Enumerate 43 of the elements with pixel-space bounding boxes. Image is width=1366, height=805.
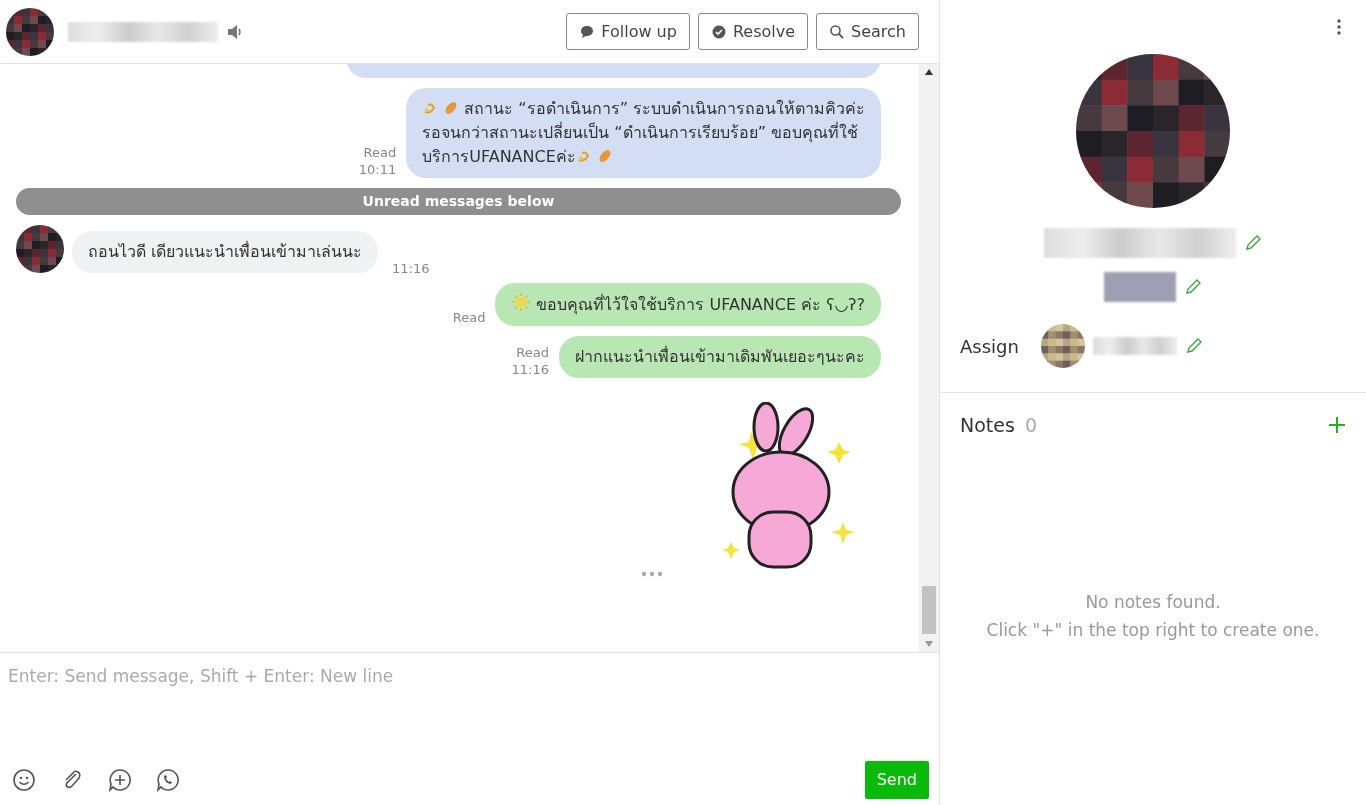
add-bubble-icon[interactable] xyxy=(108,768,132,792)
avatar xyxy=(6,7,54,56)
check-bubble-icon xyxy=(710,23,727,40)
notes-count: 0 xyxy=(1024,413,1037,438)
read-receipt: Read xyxy=(515,344,549,361)
typing-indicator-icon xyxy=(641,571,663,577)
notes-title: Notes xyxy=(960,413,1015,438)
empty-notes-text: No notes found. xyxy=(1084,590,1222,614)
message-time: 11:16 xyxy=(511,361,549,378)
message-time: 10:11 xyxy=(358,161,397,178)
emoji-icon[interactable] xyxy=(12,768,36,792)
sun-icon xyxy=(511,292,532,312)
message-time: 11:16 xyxy=(392,260,430,277)
message-text: บริการUFANANCEค่ะ xyxy=(422,147,576,166)
resolve-button[interactable]: Resolve xyxy=(697,13,809,50)
scrollbar[interactable] xyxy=(919,64,939,652)
search-icon xyxy=(829,23,846,40)
message-text: รอจนกว่าสถานะเปลี่ยนเป็น “ดำเนินการเรียบร้อย” ขอบคุณที่ใช้ xyxy=(422,123,858,142)
avatar xyxy=(16,225,64,273)
pencil-icon[interactable] xyxy=(1184,337,1203,355)
add-icon[interactable] xyxy=(1328,416,1346,435)
scroll-thumb[interactable] xyxy=(922,586,936,634)
search-button[interactable]: Search xyxy=(816,13,919,50)
empty-notes-text: Click "+" in the top right to create one. xyxy=(985,618,1321,642)
message-text: ถอนไวดี เดียวแนะนำเพื่อนเข้ามาเล่นนะ xyxy=(88,242,363,261)
message-text: ขอบคุณที่ไว้ใจใช้บริการ UFANANCE ค่ะ ʕ◡ʔ? xyxy=(536,295,865,314)
read-receipt: Read xyxy=(362,144,397,161)
phone-bubble-icon[interactable] xyxy=(156,768,180,792)
avatar xyxy=(1040,324,1085,368)
speaker-icon xyxy=(226,23,244,40)
pencil-icon[interactable] xyxy=(1244,234,1262,252)
message-text: ฝากแนะนำเพื่อนเข้ามาเดิมพันเยอะๆนะคะ xyxy=(575,347,865,366)
scroll-down-icon[interactable] xyxy=(924,640,934,648)
read-receipt: Read xyxy=(452,309,486,326)
message-text: สถานะ “รอดำเนินการ” ระบบดำเนินการถอนให้ตามคิวค่ะ xyxy=(464,99,865,118)
pencil-icon[interactable] xyxy=(1184,278,1202,296)
chat-bubble-icon xyxy=(579,23,596,40)
unread-divider: Unread messages below xyxy=(16,188,901,215)
more-menu-icon[interactable] xyxy=(1336,18,1342,36)
follow-button[interactable]: Follow up xyxy=(566,13,690,50)
scroll-up-icon[interactable] xyxy=(924,68,934,76)
redacted-name xyxy=(1104,272,1176,302)
assign-label: Assign xyxy=(960,334,1019,359)
